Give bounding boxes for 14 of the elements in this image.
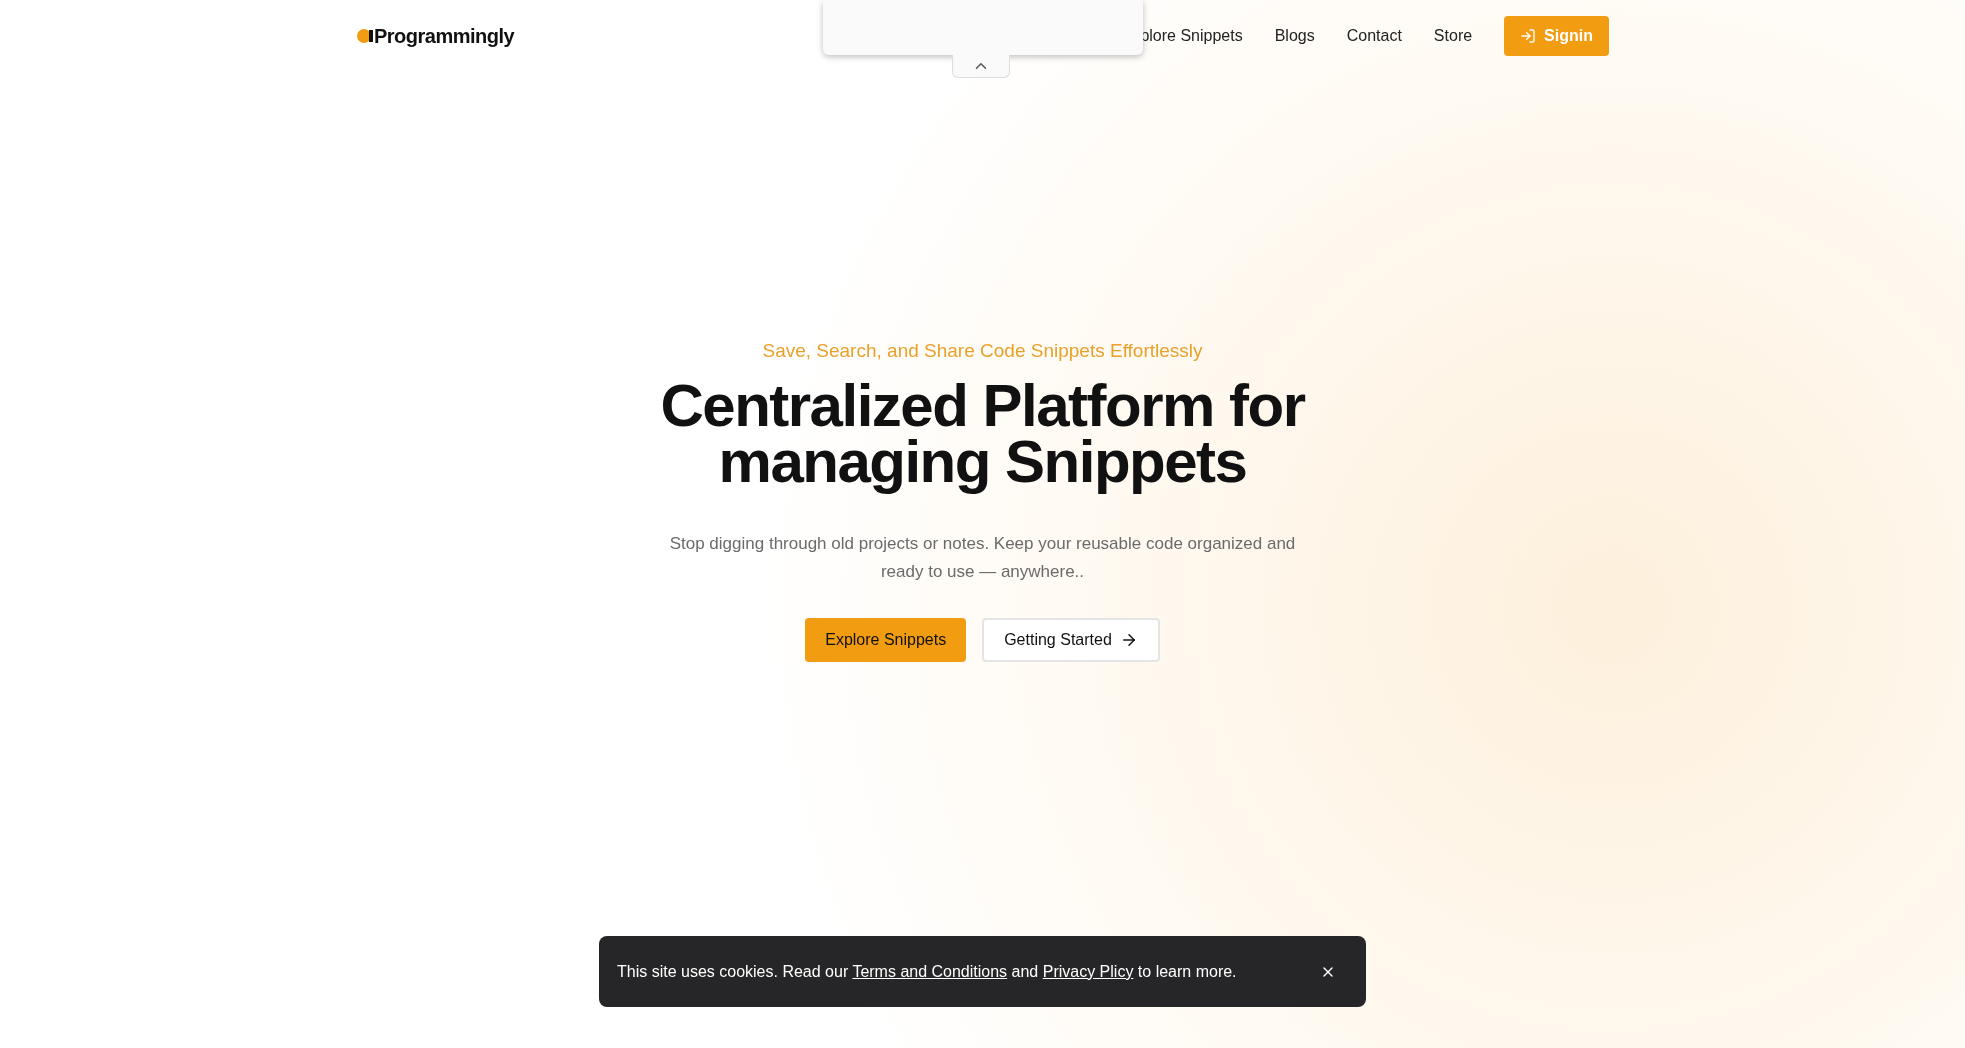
sign-in-icon xyxy=(1520,28,1537,44)
privacy-link[interactable]: Privacy Plicy xyxy=(1042,962,1134,980)
hero-description: Stop digging through old projects or notes. Keep your reusable code organized and ready to use — anywhere.. xyxy=(668,532,1297,583)
nav-link[interactable]: Store xyxy=(1433,24,1473,48)
terms-link[interactable]: Terms and Conditions xyxy=(852,962,1008,980)
cookie-notice: This site uses cookies. Read our Terms and Conditions and Privacy Plicy to learn more. xyxy=(617,961,1237,982)
logo[interactable]: Programmingly xyxy=(357,21,515,51)
nav-link[interactable]: Contact xyxy=(1346,24,1402,48)
getting-started-button[interactable]: Getting Started xyxy=(982,617,1160,662)
explore-button[interactable]: Explore Snippets xyxy=(805,617,967,662)
nav-link[interactable]: Blogs xyxy=(1274,24,1315,48)
hero-tagline: Save, Search, and Share Code Snippets Effortlessly xyxy=(762,339,1203,363)
logo-text: Programmingly xyxy=(374,24,515,49)
logo-icon xyxy=(357,29,374,43)
